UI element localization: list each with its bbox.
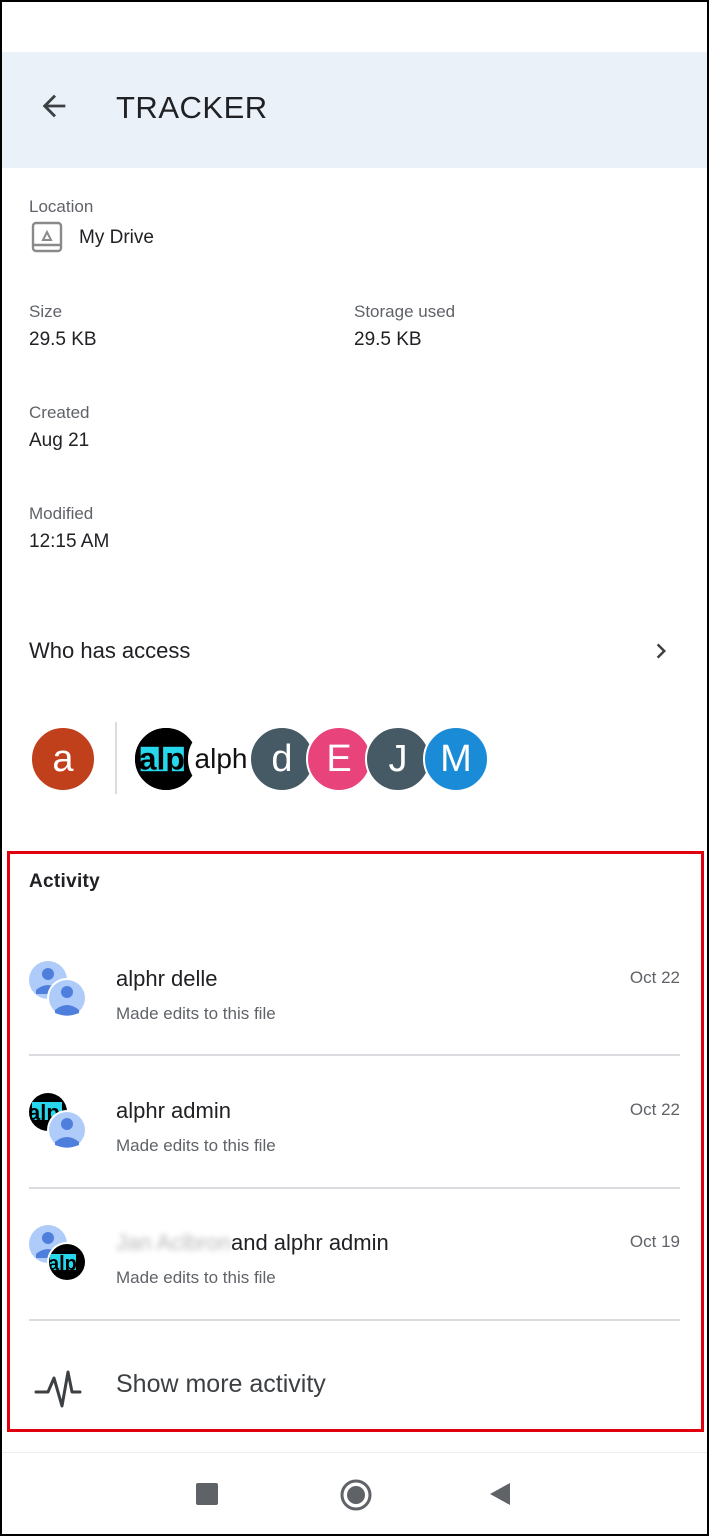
owner-avatar[interactable]: a [30, 726, 96, 792]
activity-item[interactable]: alp Jan Aclbronand alphr admin Made edit… [20, 1225, 690, 1340]
back-button[interactable] [30, 82, 78, 130]
chevron-right-icon [656, 643, 666, 659]
show-more-activity-button[interactable]: Show more activity [20, 1350, 690, 1420]
activity-date: Oct 22 [629, 968, 680, 987]
owner-avatar-initial: a [52, 737, 74, 780]
modified-label: Modified [29, 504, 94, 523]
location-label: Location [29, 197, 94, 216]
avatar-alph-text[interactable]: alph [188, 726, 254, 792]
who-has-access-row[interactable]: Who has access [2, 626, 707, 678]
activity-description: Made edits to this file [116, 1268, 276, 1287]
activity-user-name: Jan Aclbronand alphr admin [116, 1230, 389, 1256]
back-nav-button[interactable] [488, 1481, 514, 1512]
avatar-e[interactable]: E [306, 726, 372, 792]
activity-divider [29, 1054, 680, 1056]
arrow-back-icon [42, 94, 66, 118]
storage-used-label: Storage used [354, 302, 456, 321]
activity-title: Activity [29, 871, 101, 892]
activity-divider [29, 1187, 680, 1189]
created-value: Aug 21 [29, 430, 90, 451]
activity-date: Oct 19 [629, 1232, 680, 1251]
activity-user-name: alphr admin [116, 1098, 231, 1123]
system-navigation-bar [2, 1452, 707, 1534]
activity-user-name: alphr delle [116, 966, 218, 991]
activity-description: Made edits to this file [116, 1136, 276, 1155]
avatar-j[interactable]: J [365, 726, 431, 792]
who-has-access-title: Who has access [29, 638, 191, 663]
avatar-m[interactable]: M [423, 726, 489, 792]
page-title: TRACKER [116, 90, 268, 125]
activity-date: Oct 22 [629, 1100, 680, 1119]
avatar-m-initial: M [440, 737, 472, 780]
drive-icon [31, 221, 63, 258]
home-circle-icon [340, 1479, 372, 1511]
back-triangle-icon [490, 1483, 510, 1505]
storage-used-value: 29.5 KB [354, 329, 422, 350]
size-label: Size [29, 302, 63, 321]
modified-value: 12:15 AM [29, 531, 110, 552]
top-app-bar: TRACKER [2, 52, 707, 168]
created-label: Created [29, 403, 90, 422]
avatar-j-initial: J [388, 737, 408, 780]
alphr-group-avatar-icon: alp [20, 1092, 87, 1154]
group-alphr-avatar-icon: alp [20, 1224, 87, 1286]
size-value: 29.5 KB [29, 329, 97, 350]
activity-divider [29, 1319, 680, 1321]
location-value: My Drive [79, 227, 154, 248]
avatar-e-initial: E [326, 737, 352, 780]
blurred-user-name: Jan Aclbron [116, 1230, 231, 1255]
activity-user-name-rest: and alphr admin [230, 1230, 389, 1255]
group-avatar-icon [20, 960, 87, 1022]
activity-item[interactable]: alp alphr admin Made edits to this file … [20, 1093, 690, 1208]
svg-text:alp: alp [48, 1253, 77, 1275]
svg-text:alp: alp [139, 740, 185, 776]
home-button[interactable] [339, 1478, 373, 1517]
activity-pulse-icon [34, 1370, 82, 1408]
activity-item[interactable]: alphr delle Made edits to this file Oct … [20, 961, 690, 1076]
avatar-divider [115, 722, 117, 794]
show-more-activity-label: Show more activity [116, 1370, 326, 1398]
recent-apps-button[interactable] [196, 1483, 218, 1505]
activity-description: Made edits to this file [116, 1004, 276, 1023]
avatar-d-initial: d [271, 737, 293, 780]
avatar-alph-label: alph [194, 743, 248, 774]
